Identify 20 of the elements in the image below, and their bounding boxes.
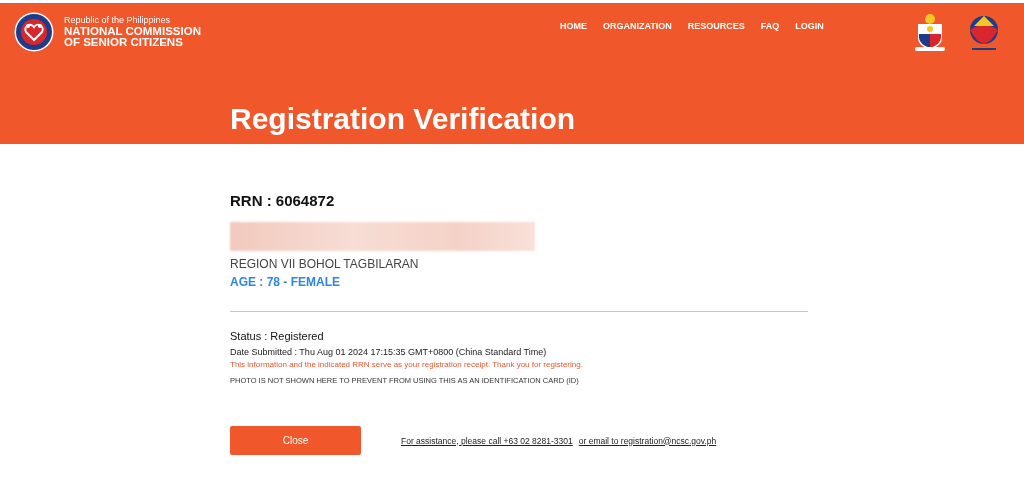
coat-of-arms-icon <box>912 12 948 52</box>
region-text: REGION VII BOHOL TAGBILARAN <box>230 257 420 271</box>
assistance-link[interactable]: or email to registration@ncsc.gov.ph <box>578 435 717 446</box>
nav-link[interactable]: FAQ <box>760 21 780 31</box>
page-title: Registration Verification <box>230 104 577 134</box>
seal-logo <box>14 12 54 52</box>
age-sex-text: AGE : 78 - FEMALE <box>230 275 341 289</box>
receipt-note: This information and the indicated RRN serve as your registration receipt. Thank you for registering. <box>230 360 584 369</box>
status-text: Status : Registered <box>230 330 325 342</box>
nav-link[interactable]: RESOURCES <box>687 21 745 31</box>
org-name: OF SENIOR CITIZENS <box>64 37 184 49</box>
assistance-link[interactable]: For assistance, please call +63 02 8281-3301 <box>401 435 573 446</box>
date-submitted: Date Submitted : Thu Aug 01 2024 17:15:35 GMT+0800 (China Standard Time) <box>230 347 548 357</box>
org-subtitle: Republic of the Philippines <box>64 15 172 25</box>
nav-link[interactable]: HOME <box>560 21 587 31</box>
org-name: NATIONAL COMMISSION <box>64 25 201 37</box>
nav-link[interactable]: ORGANIZATION <box>603 21 672 31</box>
close-button[interactable]: Close <box>230 426 361 455</box>
nav-link[interactable]: LOGIN <box>795 21 824 31</box>
rrn-number: RRN : 6064872 <box>230 192 336 209</box>
